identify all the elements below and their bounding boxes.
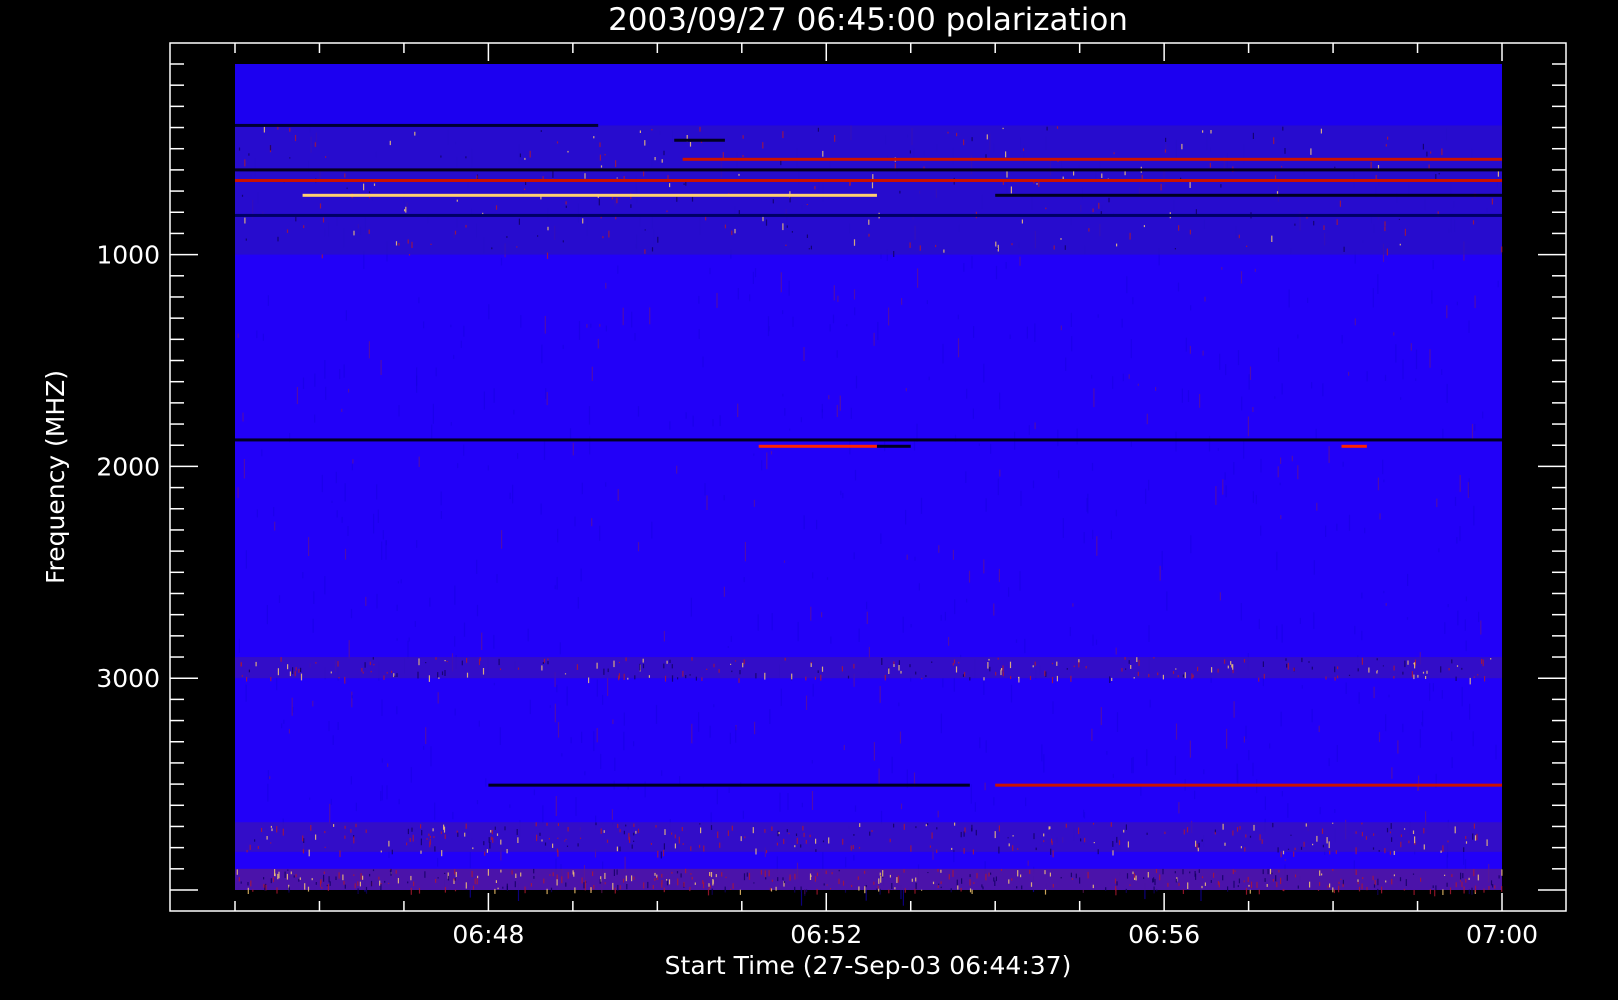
spectrogram-chart: 2003/09/27 06:45:00 polarization 06:48 06… bbox=[41, 2, 1567, 980]
spectrogram-image bbox=[235, 64, 1503, 906]
emission-line-11 bbox=[758, 444, 877, 448]
emission-line-15 bbox=[488, 783, 970, 787]
x-tick-label: 06:48 bbox=[452, 920, 524, 949]
y-axis-label: Frequency (MHZ) bbox=[41, 370, 70, 584]
x-axis-label: Start Time (27-Sep-03 06:44:37) bbox=[665, 951, 1072, 980]
emission-line-10 bbox=[235, 438, 1502, 442]
y-tick-label: 3000 bbox=[96, 664, 160, 693]
x-tick-label: 06:52 bbox=[790, 920, 862, 949]
emission-line-9 bbox=[235, 213, 1502, 217]
emission-line-8 bbox=[995, 193, 1502, 197]
y-tick-label: 2000 bbox=[96, 452, 160, 481]
emission-line-3 bbox=[674, 138, 725, 142]
x-tick-label: 06:56 bbox=[1128, 920, 1200, 949]
band-0 bbox=[235, 64, 1502, 126]
x-tick-label: 07:00 bbox=[1466, 920, 1538, 949]
emission-line-7 bbox=[302, 193, 877, 197]
emission-line-16 bbox=[995, 783, 1502, 787]
emission-line-6 bbox=[235, 178, 1502, 182]
emission-line-5 bbox=[235, 168, 1502, 172]
band-17 bbox=[235, 822, 1502, 852]
emission-line-4 bbox=[682, 157, 1502, 161]
emission-line-2 bbox=[235, 123, 599, 127]
emission-line-13 bbox=[876, 444, 911, 448]
chart-title: 2003/09/27 06:45:00 polarization bbox=[608, 2, 1128, 38]
emission-line-12 bbox=[1341, 444, 1367, 448]
y-tick-label: 1000 bbox=[96, 241, 160, 270]
